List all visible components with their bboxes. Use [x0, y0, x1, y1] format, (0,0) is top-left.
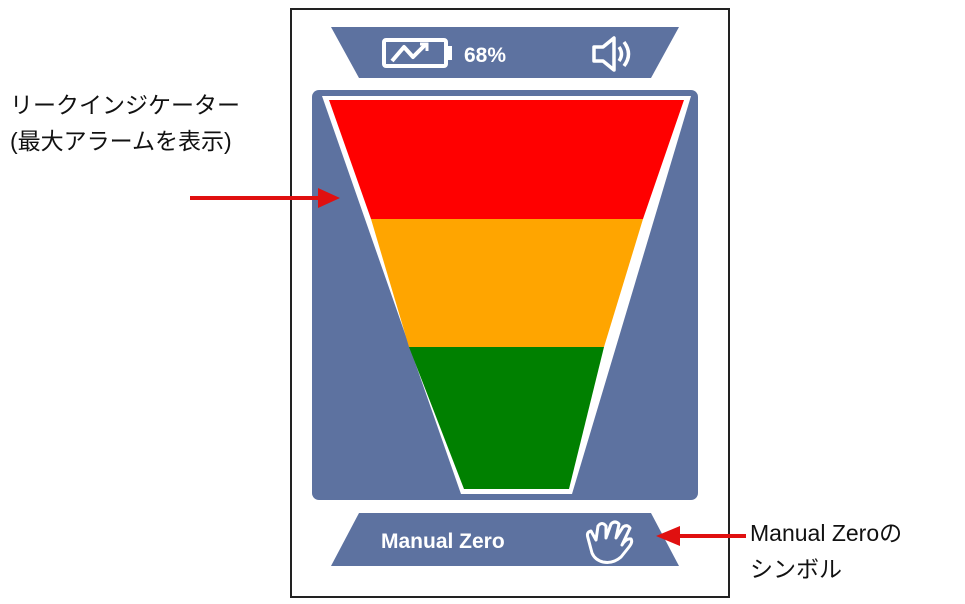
manual-zero-callout-line2: シンボル [750, 555, 842, 582]
leak-indicator-callout-line1: リークインジケーター [10, 92, 240, 118]
manual-zero-label: Manual Zero [381, 530, 505, 553]
manual-zero-callout-line1: Manual Zeroの [750, 520, 903, 546]
leak-band-medium [371, 219, 643, 347]
manual-zero-callout: Manual Zeroの シンボル [750, 516, 902, 587]
battery-percent: 68% [464, 44, 506, 67]
leak-indicator-callout-line2: (最大アラームを表示) [10, 127, 232, 154]
leak-band-high [329, 100, 684, 219]
leak-indicator-callout: リークインジケーター (最大アラームを表示) [10, 88, 240, 159]
